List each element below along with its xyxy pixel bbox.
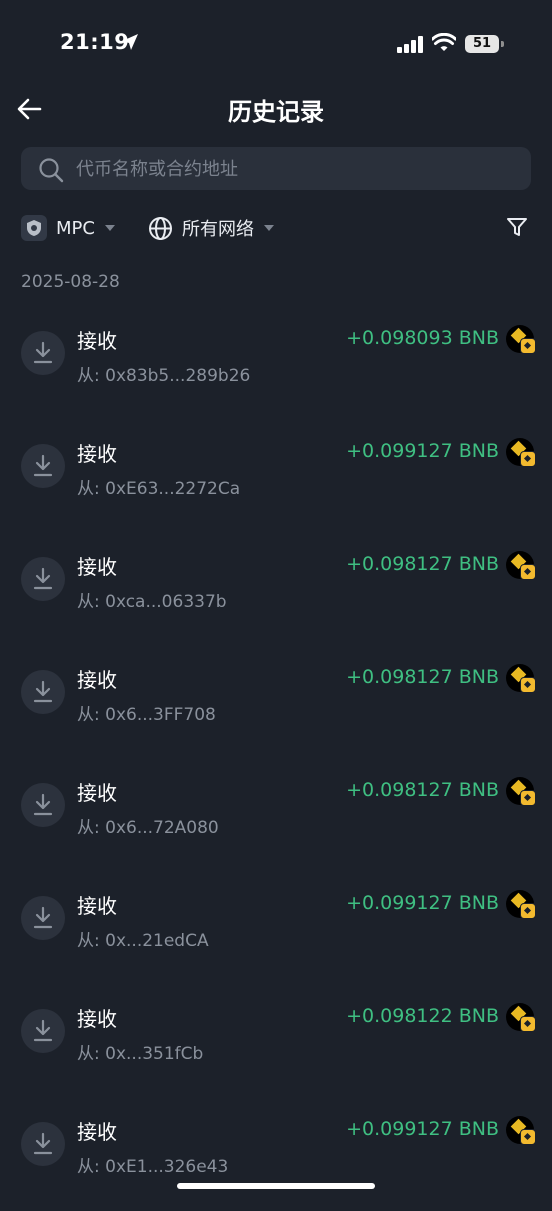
- bnb-coin-icon: [506, 551, 536, 580]
- bnb-coin-icon: [506, 438, 536, 467]
- download-icon: [21, 444, 65, 488]
- transaction-from-address: 从: 0x6...72A080: [77, 818, 219, 838]
- transaction-type: 接收: [77, 329, 117, 353]
- transaction-type: 接收: [77, 668, 117, 692]
- transaction-amount: +0.098127 BNB: [346, 553, 499, 575]
- bnb-coin-icon: [506, 1003, 536, 1032]
- transaction-from-address: 从: 0x83b5...289b26: [77, 366, 251, 386]
- transaction-row[interactable]: 接收从: 0x6...72A080 +0.098127 BNB: [0, 777, 552, 872]
- transaction-amount: +0.098127 BNB: [346, 779, 499, 801]
- download-icon: [21, 896, 65, 940]
- wifi-icon: [432, 33, 456, 51]
- transaction-row[interactable]: 接收从: 0xE1...326e43 +0.099127 BNB: [0, 1116, 552, 1211]
- transaction-row[interactable]: 接收从: 0x6...3FF708 +0.098127 BNB: [0, 664, 552, 759]
- network-filter-dropdown[interactable]: 所有网络: [148, 213, 274, 243]
- bnb-coin-icon: [506, 777, 536, 806]
- transaction-row[interactable]: 接收从: 0x...351fCb +0.098122 BNB: [0, 1003, 552, 1098]
- transaction-type: 接收: [77, 555, 117, 579]
- bnb-coin-icon: [506, 890, 536, 919]
- transaction-amount: +0.099127 BNB: [346, 440, 499, 462]
- bnb-coin-icon: [506, 325, 536, 354]
- bnb-coin-icon: [506, 1116, 536, 1145]
- transaction-type: 接收: [77, 781, 117, 805]
- shield-icon: [21, 215, 47, 241]
- network-filter-label: 所有网络: [182, 219, 254, 240]
- transaction-amount: +0.099127 BNB: [346, 1118, 499, 1140]
- wallet-filter-label: MPC: [56, 217, 95, 239]
- download-icon: [21, 557, 65, 601]
- search-input[interactable]: [76, 157, 516, 181]
- transaction-from-address: 从: 0x6...3FF708: [77, 705, 216, 725]
- download-icon: [21, 1122, 65, 1166]
- transaction-type: 接收: [77, 442, 117, 466]
- location-arrow-icon: [122, 34, 138, 50]
- download-icon: [21, 1009, 65, 1053]
- transaction-row[interactable]: 接收从: 0xca...06337b +0.098127 BNB: [0, 551, 552, 646]
- transaction-amount: +0.099127 BNB: [346, 892, 499, 914]
- transaction-type: 接收: [77, 894, 117, 918]
- transaction-from-address: 从: 0xE1...326e43: [77, 1157, 229, 1177]
- transaction-amount: +0.098122 BNB: [346, 1005, 499, 1027]
- globe-icon: [149, 216, 172, 240]
- transaction-amount: +0.098127 BNB: [346, 666, 499, 688]
- bnb-coin-icon: [506, 664, 536, 693]
- transaction-from-address: 从: 0xca...06337b: [77, 592, 227, 612]
- transaction-from-address: 从: 0xE63...2272Ca: [77, 479, 241, 499]
- status-time: 21:19: [60, 30, 130, 54]
- page-title: 历史记录: [228, 98, 324, 126]
- battery-indicator: 51: [465, 35, 499, 53]
- download-icon: [21, 783, 65, 827]
- transaction-type: 接收: [77, 1120, 117, 1144]
- transaction-type: 接收: [77, 1007, 117, 1031]
- transaction-row[interactable]: 接收从: 0x83b5...289b26 +0.098093 BNB: [0, 325, 552, 420]
- transaction-row[interactable]: 接收从: 0x...21edCA +0.099127 BNB: [0, 890, 552, 985]
- date-group-header: 2025-08-28: [21, 272, 120, 292]
- download-icon: [21, 331, 65, 375]
- cellular-signal-icon: [397, 36, 423, 53]
- chevron-down-icon: [264, 225, 274, 231]
- status-bar: 21:19 51: [0, 0, 552, 90]
- transaction-row[interactable]: 接收从: 0xE63...2272Ca +0.099127 BNB: [0, 438, 552, 533]
- transaction-from-address: 从: 0x...351fCb: [77, 1044, 204, 1064]
- battery-cap: [501, 41, 504, 47]
- home-indicator: [177, 1183, 375, 1189]
- wallet-filter-dropdown[interactable]: MPC: [21, 213, 115, 243]
- download-icon: [21, 670, 65, 714]
- transaction-from-address: 从: 0x...21edCA: [77, 931, 209, 951]
- search-icon: [39, 158, 64, 183]
- transaction-amount: +0.098093 BNB: [346, 327, 499, 349]
- chevron-down-icon: [104, 225, 115, 231]
- funnel-icon[interactable]: [506, 216, 528, 238]
